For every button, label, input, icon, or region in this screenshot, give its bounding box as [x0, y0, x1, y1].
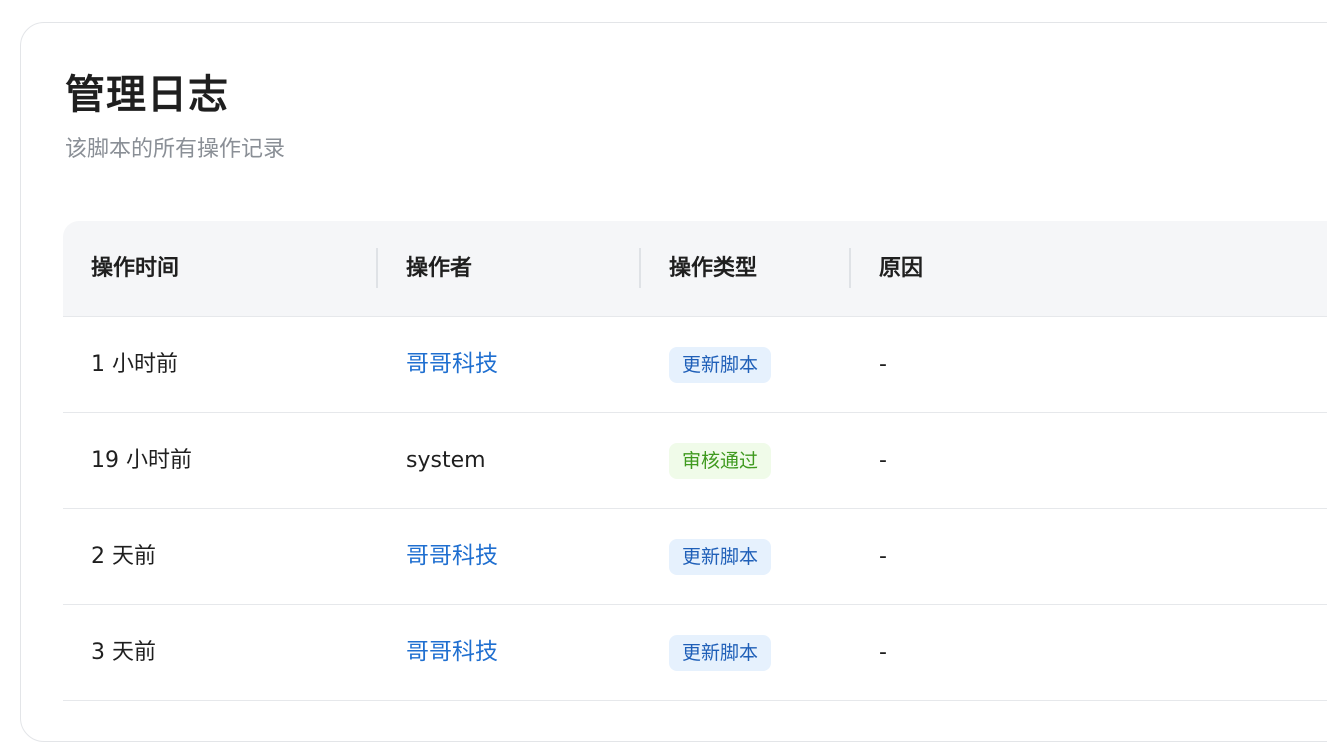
action-type-cell: 更新脚本: [669, 317, 772, 412]
log-table: 操作时间 操作者 操作类型 原因 1 小时前 哥哥科技 更新脚本 - 19 小时…: [63, 221, 1327, 701]
action-tag: 更新脚本: [669, 347, 772, 383]
column-header-time: 操作时间: [91, 256, 180, 281]
operator-link[interactable]: 哥哥科技: [406, 509, 498, 604]
column-header-action-type: 操作类型: [669, 256, 758, 281]
time-cell: 19 小时前: [91, 448, 192, 473]
table-row: 1 小时前 哥哥科技 更新脚本 -: [63, 317, 1327, 413]
table-row: 19 小时前 system 审核通过 -: [63, 413, 1327, 509]
action-type-cell: 审核通过: [669, 413, 772, 508]
table-header: 操作时间 操作者 操作类型 原因: [63, 221, 1327, 317]
page-title: 管理日志: [65, 72, 229, 118]
admin-log-card: 管理日志 该脚本的所有操作记录 操作时间 操作者 操作类型 原因 1 小时前 哥…: [20, 22, 1327, 742]
table-row: 3 天前 哥哥科技 更新脚本 -: [63, 605, 1327, 701]
operator-link[interactable]: 哥哥科技: [406, 317, 498, 412]
column-header-reason: 原因: [879, 256, 924, 281]
reason-cell: -: [879, 640, 887, 665]
column-header-operator: 操作者: [406, 256, 473, 281]
reason-cell: -: [879, 352, 887, 377]
column-divider: [639, 248, 641, 288]
action-tag: 审核通过: [669, 443, 772, 479]
table-row: 2 天前 哥哥科技 更新脚本 -: [63, 509, 1327, 605]
action-tag: 更新脚本: [669, 635, 772, 671]
reason-cell: -: [879, 448, 887, 473]
reason-cell: -: [879, 544, 887, 569]
operator-cell: system: [406, 448, 486, 473]
page-subtitle: 该脚本的所有操作记录: [65, 137, 286, 162]
action-tag: 更新脚本: [669, 539, 772, 575]
action-type-cell: 更新脚本: [669, 605, 772, 700]
column-divider: [849, 248, 851, 288]
time-cell: 1 小时前: [91, 352, 178, 377]
operator-link[interactable]: 哥哥科技: [406, 605, 498, 700]
action-type-cell: 更新脚本: [669, 509, 772, 604]
column-divider: [376, 248, 378, 288]
time-cell: 2 天前: [91, 544, 156, 569]
time-cell: 3 天前: [91, 640, 156, 665]
